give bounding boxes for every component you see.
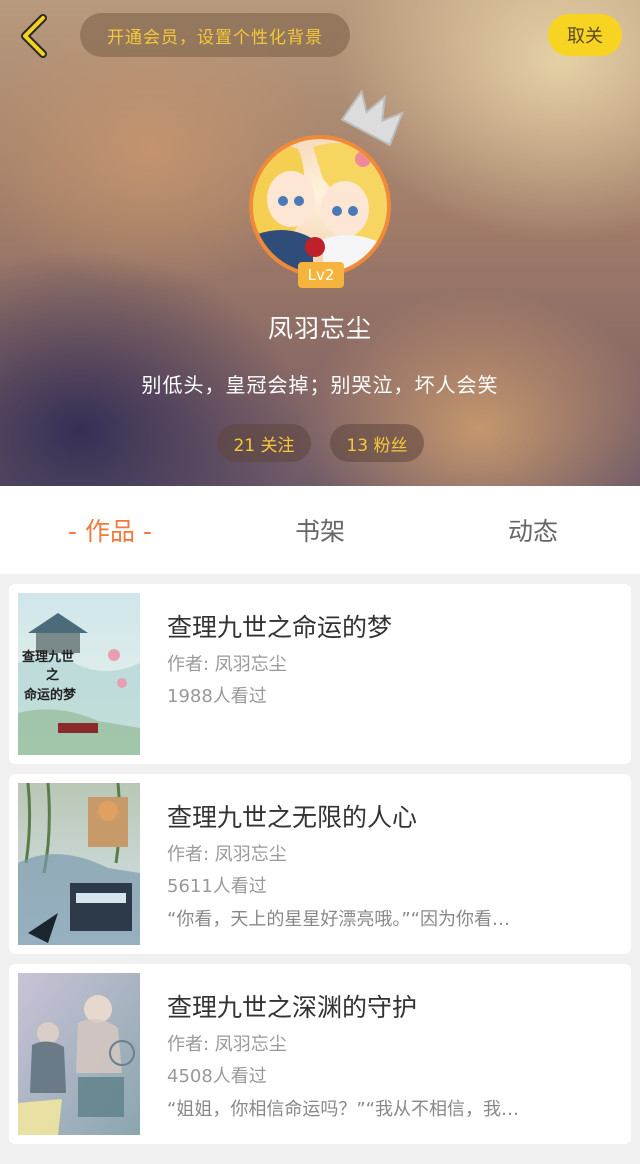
vip-upgrade-banner[interactable]: 开通会员，设置个性化背景 (80, 13, 350, 57)
level-badge: Lv2 (298, 262, 344, 288)
profile-tabs: - 作品 - 书架 动态 (0, 486, 640, 574)
book-excerpt: “姐姐，你相信命运吗？”“我从不相信，我… (167, 1099, 519, 1120)
book-cover: 查理九世 之 命运的梦 (18, 593, 140, 755)
back-button[interactable] (12, 12, 56, 60)
book-author: 作者: 凤羽忘尘 (167, 654, 287, 675)
book-card[interactable]: 查理九世 之 命运的梦 查理九世之命运的梦 作者: 凤羽忘尘 1988人看过 (9, 584, 631, 764)
tab-activity[interactable]: 动态 (453, 486, 613, 574)
tab-bookshelf[interactable]: 书架 (240, 486, 400, 574)
cover-title-line: 命运的梦 (23, 687, 77, 703)
book-cover (18, 973, 140, 1135)
back-arrow-icon (21, 14, 47, 58)
fans-count-button[interactable]: 13 粉丝 (330, 424, 424, 462)
following-count-button[interactable]: 21 关注 (217, 424, 311, 462)
book-view-count: 5611人看过 (167, 876, 267, 897)
book-author: 作者: 凤羽忘尘 (167, 1034, 287, 1055)
user-signature: 别低头，皇冠会掉；别哭泣，坏人会笑 (141, 373, 499, 397)
book-card[interactable]: 查理九世之深渊的守护 作者: 凤羽忘尘 4508人看过 “姐姐，你相信命运吗？”… (9, 964, 631, 1144)
cover-title-line: 之 (46, 667, 59, 683)
book-view-count: 1988人看过 (167, 686, 267, 707)
book-cover (18, 783, 140, 945)
tab-works[interactable]: - 作品 - (30, 486, 190, 574)
book-card[interactable]: 查理九世之无限的人心 作者: 凤羽忘尘 5611人看过 “你看，天上的星星好漂亮… (9, 774, 631, 954)
book-excerpt: “你看，天上的星星好漂亮哦。”“因为你看… (167, 909, 510, 930)
username: 凤羽忘尘 (267, 314, 372, 343)
cover-title-line: 查理九世 (21, 649, 74, 665)
book-view-count: 4508人看过 (167, 1066, 267, 1087)
unfollow-button[interactable]: 取关 (548, 14, 622, 56)
book-title: 查理九世之无限的人心 (167, 803, 418, 832)
book-title: 查理九世之深渊的守护 (167, 993, 418, 1022)
book-author: 作者: 凤羽忘尘 (167, 844, 287, 865)
avatar[interactable] (249, 135, 391, 277)
profile-header: 开通会员，设置个性化背景 取关 Lv2 凤羽忘尘 别低头，皇冠会掉；别哭泣，坏人… (0, 0, 640, 486)
book-title: 查理九世之命运的梦 (167, 613, 393, 642)
